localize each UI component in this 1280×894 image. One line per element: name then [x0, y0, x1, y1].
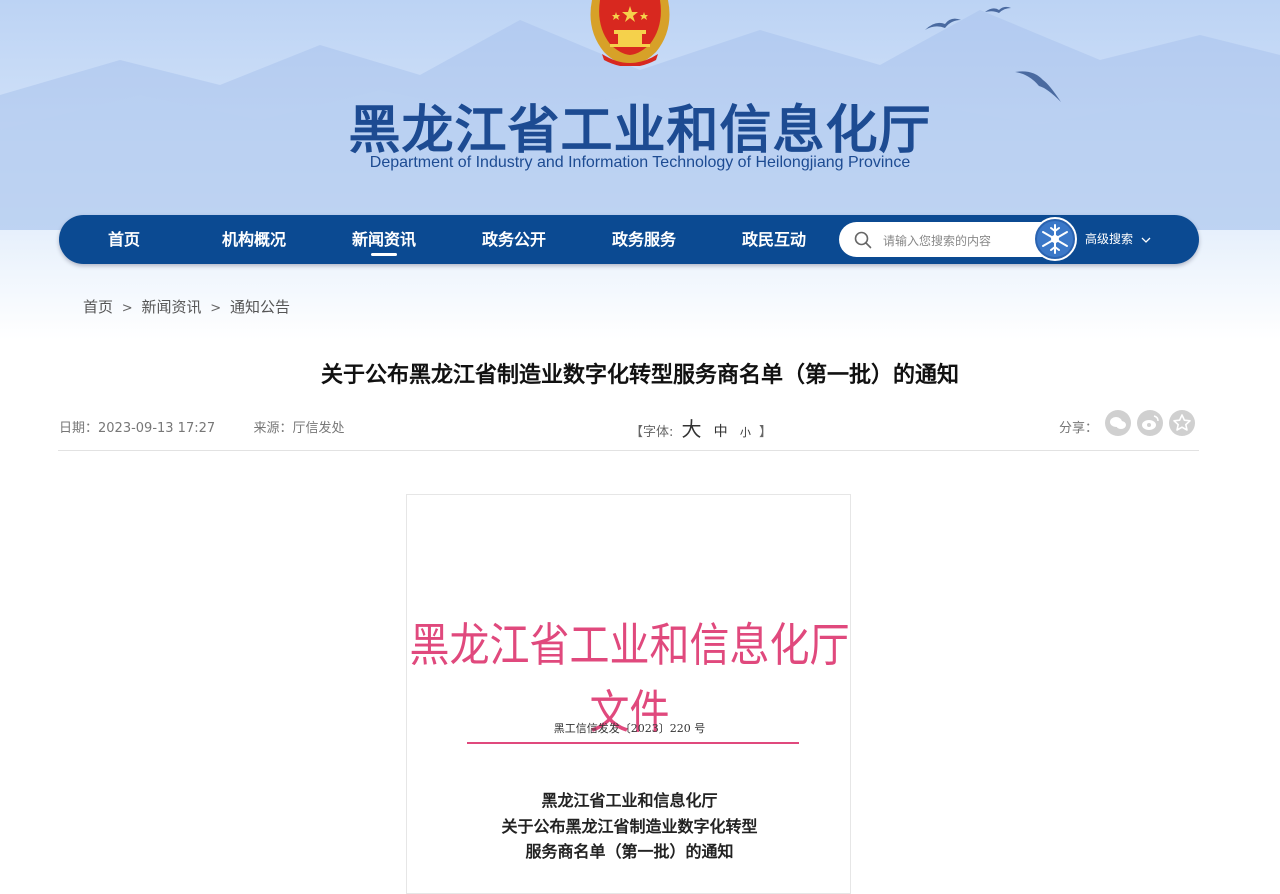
- national-emblem-icon: [590, 0, 670, 66]
- wechat-icon: [1110, 417, 1126, 429]
- nav-item-organization[interactable]: 机构概况: [189, 215, 319, 264]
- font-size-close-bracket: 】: [758, 425, 772, 440]
- nav-item-government-services[interactable]: 政务服务: [579, 215, 709, 264]
- font-size-medium-button[interactable]: 中: [710, 424, 732, 440]
- star-icon: [1173, 414, 1191, 431]
- share-weibo-button[interactable]: [1137, 410, 1163, 436]
- search-submit-button[interactable]: [1033, 217, 1077, 261]
- breadcrumb-separator: >: [121, 301, 133, 316]
- share-label: 分享：: [1059, 421, 1099, 436]
- font-size-large-button[interactable]: 大: [678, 417, 706, 441]
- article-date: 日期：2023-09-13 17:27: [59, 421, 216, 436]
- site-title: 黑龙江省工业和信息化厅: [348, 101, 932, 161]
- document-image: 黑龙江省工业和信息化厅文件 黑工信信发发〔2023〕220 号 黑龙江省工业和信…: [406, 494, 851, 894]
- main-nav: 首页 机构概况 新闻资讯 政务公开 政务服务 政民互动 高级搜索: [59, 215, 1199, 264]
- meta-divider: [58, 450, 1199, 451]
- font-size-label: 【字体:: [630, 425, 674, 440]
- nav-item-home[interactable]: 首页: [59, 215, 189, 264]
- document-title-line: 关于公布黑龙江省制造业数字化转型: [501, 817, 758, 836]
- document-title-line: 黑龙江省工业和信息化厅: [541, 791, 718, 810]
- nav-item-news[interactable]: 新闻资讯: [319, 215, 449, 264]
- breadcrumb: 首页 > 新闻资讯 > 通知公告: [83, 296, 290, 317]
- share-favorite-button[interactable]: [1169, 410, 1195, 436]
- chevron-down-icon: [1141, 237, 1151, 243]
- advanced-search-button[interactable]: 高级搜索: [1085, 215, 1151, 264]
- document-number: 黑工信信发发〔2023〕220 号: [553, 722, 706, 735]
- weibo-icon: [1142, 415, 1159, 430]
- breadcrumb-news[interactable]: 新闻资讯: [141, 298, 201, 316]
- breadcrumb-home[interactable]: 首页: [83, 298, 113, 316]
- search-icon: [854, 231, 872, 249]
- search-input[interactable]: [881, 229, 1020, 252]
- breadcrumb-notices[interactable]: 通知公告: [230, 298, 290, 316]
- font-size-small-button[interactable]: 小: [736, 426, 755, 439]
- nav-item-public-interaction[interactable]: 政民互动: [709, 215, 839, 264]
- header-banner: 黑龙江省工业和信息化厅 Department of Industry and I…: [0, 0, 1280, 340]
- share-wechat-button[interactable]: [1105, 410, 1131, 436]
- article-title: 关于公布黑龙江省制造业数字化转型服务商名单（第一批）的通知: [320, 363, 959, 388]
- advanced-search-label: 高级搜索: [1085, 232, 1134, 246]
- document-red-line: [467, 742, 799, 744]
- article-meta: 日期：2023-09-13 17:27 来源：厅信发处: [59, 417, 344, 436]
- document-title-line: 服务商名单（第一批）的通知: [525, 842, 734, 861]
- font-size-control: 【字体: 大 中 小 】: [630, 413, 772, 442]
- nav-item-government-affairs[interactable]: 政务公开: [449, 215, 579, 264]
- breadcrumb-separator: >: [210, 301, 222, 316]
- article-source: 来源：厅信发处: [253, 421, 345, 436]
- snowflake-icon: [1037, 221, 1073, 257]
- site-subtitle: Department of Industry and Information T…: [369, 154, 911, 171]
